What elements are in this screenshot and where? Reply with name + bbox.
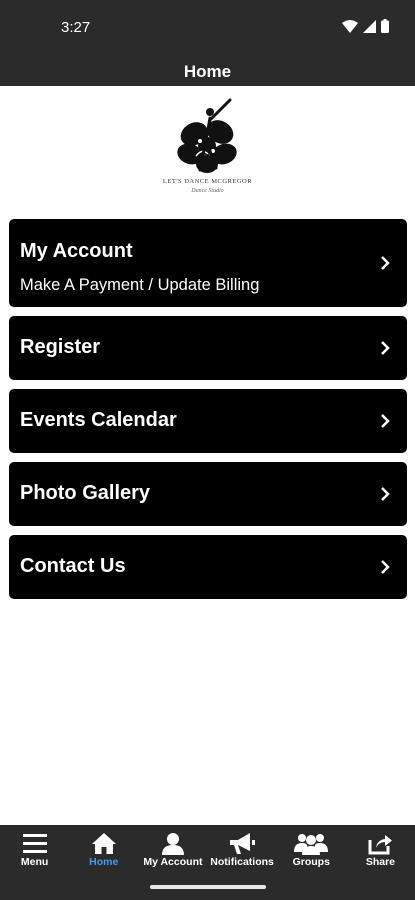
app-header: Home: [0, 58, 415, 86]
nav-groups[interactable]: Groups: [277, 825, 346, 875]
home-gesture-bar[interactable]: [150, 885, 266, 889]
menu-item-title: My Account: [20, 240, 133, 262]
nav-label: Menu: [20, 856, 49, 868]
menu-item-register[interactable]: Register: [9, 316, 407, 380]
menu-item-contact-us[interactable]: Contact Us: [9, 535, 407, 599]
chevron-right-icon: [381, 560, 390, 574]
home-icon: [91, 833, 116, 854]
nav-label: Notifications: [210, 856, 274, 868]
status-icons: [342, 19, 389, 33]
hamburger-icon: [22, 834, 47, 853]
wifi-icon: [342, 19, 358, 33]
menu-item-my-account[interactable]: My Account Make A Payment / Update Billi…: [9, 219, 407, 307]
nav-label: Share: [365, 856, 396, 868]
nav-label: Groups: [292, 856, 330, 868]
menu-item-title: Photo Gallery: [20, 482, 151, 504]
studio-logo: LET'S DANCE MCGREGOR Dance Studio: [150, 96, 265, 204]
group-icon: [294, 834, 329, 855]
home-menu-list: My Account Make A Payment / Update Billi…: [9, 219, 407, 608]
menu-item-subtitle: Make A Payment / Update Billing: [20, 276, 260, 294]
nav-label: Home: [89, 856, 119, 868]
nav-menu[interactable]: Menu: [0, 825, 69, 875]
nav-my-account[interactable]: My Account: [138, 825, 207, 875]
nav-share[interactable]: Share: [346, 825, 415, 875]
menu-item-title: Events Calendar: [20, 409, 177, 431]
nav-label: My Account: [143, 856, 203, 868]
share-icon: [368, 835, 393, 855]
nav-notifications[interactable]: Notifications: [208, 825, 277, 875]
logo-tagline: Dance Studio: [191, 188, 224, 194]
menu-item-events-calendar[interactable]: Events Calendar: [9, 389, 407, 453]
battery-icon: [381, 19, 389, 33]
status-time: 3:27: [61, 19, 91, 36]
menu-item-title: Contact Us: [20, 555, 126, 577]
status-bar: 3:27: [0, 0, 415, 58]
person-icon: [161, 833, 184, 855]
chevron-right-icon: [381, 256, 390, 270]
dancer-hibiscus-logo: [177, 98, 237, 173]
menu-item-title: Register: [20, 336, 101, 358]
chevron-right-icon: [381, 341, 390, 355]
menu-item-photo-gallery[interactable]: Photo Gallery: [9, 462, 407, 526]
chevron-right-icon: [381, 487, 390, 501]
nav-home[interactable]: Home: [69, 825, 138, 875]
chevron-right-icon: [381, 414, 390, 428]
logo-wordmark: LET'S DANCE MCGREGOR: [162, 178, 253, 185]
page-title: Home: [183, 62, 232, 81]
cellular-signal-icon: [363, 19, 376, 33]
megaphone-icon: [230, 833, 256, 854]
bottom-nav: Menu Home My Account Notifications Group…: [0, 825, 415, 875]
